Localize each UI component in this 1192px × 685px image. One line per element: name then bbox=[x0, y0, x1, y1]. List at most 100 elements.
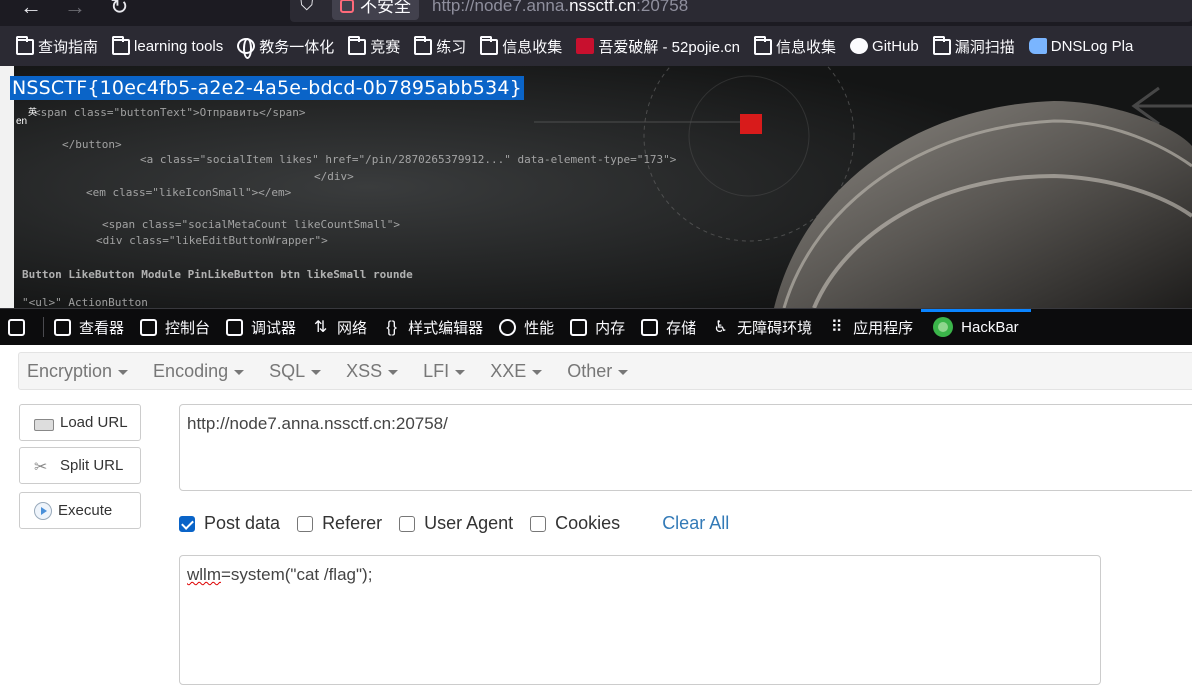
menu-label: LFI bbox=[423, 360, 450, 381]
translate-zh: 英 bbox=[28, 107, 38, 117]
devtools-toolbar: 查看器 控制台 调试器 ⇅ 网络 {} 样式编辑器 性能 内存 存储 ♿ 无障碍环境 … bbox=[0, 308, 1192, 345]
folder-icon bbox=[16, 36, 34, 55]
bookmark-contest[interactable]: 竞赛 bbox=[348, 36, 400, 57]
background-image: <span class="buttonText">Отправить</span… bbox=[14, 66, 1192, 308]
menu-sql[interactable]: SQL bbox=[269, 361, 322, 382]
post-data-checkbox[interactable]: Post data bbox=[179, 513, 280, 534]
hackbar-menubar: Encryption Encoding SQL XSS LFI XXE Othe… bbox=[18, 352, 1192, 390]
menu-label: Encoding bbox=[153, 360, 229, 381]
scissors-icon: ✂ bbox=[34, 458, 48, 476]
bookmark-label: 漏洞扫描 bbox=[954, 38, 1015, 56]
bookmark-label: 查询指南 bbox=[38, 38, 99, 56]
user-agent-checkbox[interactable]: User Agent bbox=[399, 513, 513, 534]
bookmark-label: 信息收集 bbox=[502, 38, 563, 56]
address-bar[interactable] bbox=[290, 0, 1192, 22]
post-data-textarea[interactable]: wllm=system("cat /flag"); bbox=[179, 555, 1101, 685]
svg-text:<em class="likeIconSmall"></em: <em class="likeIconSmall"></em> bbox=[86, 186, 292, 199]
svg-text:<span class="buttonText">Отпра: <span class="buttonText">Отправить</span… bbox=[34, 106, 306, 119]
menu-label: XXE bbox=[490, 360, 527, 381]
bookmark-label: 信息收集 bbox=[776, 38, 837, 56]
bookmark-label: 教务一体化 bbox=[259, 38, 335, 56]
flag-text[interactable]: NSSCTF{10ec4fb5-a2e2-4a5e-bdcd-0b7895abb… bbox=[10, 76, 524, 100]
bookmark-learning-tools[interactable]: learning tools bbox=[112, 36, 224, 55]
folder-icon bbox=[480, 36, 499, 55]
menu-xss[interactable]: XSS bbox=[346, 361, 399, 382]
tab-accessibility[interactable]: ♿ 无障碍环境 bbox=[704, 309, 820, 345]
url-textarea[interactable]: http://node7.anna.nssctf.cn:20758/ bbox=[179, 404, 1192, 491]
shield-icon[interactable]: ⛉ bbox=[300, 0, 314, 15]
tab-performance[interactable]: 性能 bbox=[491, 309, 562, 345]
bookmark-dnslog[interactable]: DNSLog Pla bbox=[1028, 38, 1133, 55]
tab-storage[interactable]: 存储 bbox=[633, 309, 704, 345]
folder-icon bbox=[348, 36, 367, 55]
checkbox-label: Referer bbox=[322, 513, 383, 533]
bookmark-github[interactable]: GitHub bbox=[850, 38, 919, 55]
tab-application[interactable]: ⠿ 应用程序 bbox=[820, 309, 921, 345]
translate-icon[interactable]: 英 en bbox=[14, 106, 40, 128]
split-url-button[interactable]: ✂ Split URL bbox=[19, 447, 141, 484]
memory-icon bbox=[570, 318, 588, 336]
cookies-checkbox[interactable]: Cookies bbox=[530, 513, 620, 534]
caret-down-icon bbox=[234, 369, 245, 375]
tab-label: 内存 bbox=[595, 319, 626, 337]
load-url-button[interactable]: Load URL bbox=[19, 404, 141, 441]
tab-style-editor[interactable]: {} 样式编辑器 bbox=[375, 309, 491, 345]
url-domain: nssctf.cn bbox=[569, 0, 637, 15]
tab-debugger[interactable]: 调试器 bbox=[218, 309, 304, 345]
clear-all-link[interactable]: Clear All bbox=[662, 513, 729, 534]
tab-label: 网络 bbox=[337, 319, 368, 337]
tab-inspector[interactable]: 查看器 bbox=[46, 309, 132, 345]
bookmark-practice[interactable]: 练习 bbox=[414, 36, 466, 57]
bookmark-query-guide[interactable]: 查询指南 bbox=[16, 36, 98, 57]
folder-icon bbox=[112, 36, 131, 55]
caret-down-icon bbox=[455, 369, 466, 375]
menu-encoding[interactable]: Encoding bbox=[153, 360, 245, 382]
pojie-icon bbox=[576, 38, 595, 54]
browser-toolbar: ← → ↻ ⛉ 不安全 http://node7.anna.nssctf.cn:… bbox=[0, 0, 1192, 26]
checkbox-label: Post data bbox=[204, 513, 281, 533]
bookmark-vuln-scan[interactable]: 漏洞扫描 bbox=[932, 36, 1015, 57]
menu-other[interactable]: Other bbox=[567, 361, 629, 382]
tab-label: 控制台 bbox=[165, 319, 211, 337]
arrow-left-icon[interactable]: ← bbox=[20, 0, 42, 20]
tab-memory[interactable]: 内存 bbox=[562, 309, 633, 345]
security-badge[interactable]: 不安全 bbox=[332, 0, 419, 20]
bookmark-label: GitHub bbox=[872, 37, 919, 55]
folder-icon bbox=[932, 36, 951, 55]
tab-hackbar[interactable]: HackBar bbox=[921, 309, 1031, 345]
globe-icon bbox=[237, 38, 256, 59]
menu-lfi[interactable]: LFI bbox=[423, 360, 466, 382]
caret-down-icon bbox=[311, 369, 322, 375]
checkbox-checked-icon bbox=[179, 515, 195, 532]
page-viewport: <span class="buttonText">Отправить</span… bbox=[0, 66, 1192, 308]
referer-checkbox[interactable]: Referer bbox=[297, 513, 382, 534]
url-text[interactable]: http://node7.anna.nssctf.cn:20758 bbox=[432, 0, 688, 18]
bookmarks-bar: 查询指南 learning tools 教务一体化 竞赛 练习 信息收集 吾爱破… bbox=[0, 26, 1192, 66]
bookmark-label: learning tools bbox=[134, 37, 224, 55]
play-icon bbox=[34, 501, 52, 520]
hackbar-panel: Encryption Encoding SQL XSS LFI XXE Othe… bbox=[0, 345, 1192, 685]
element-picker-button[interactable] bbox=[0, 309, 41, 345]
bookmark-info-gather-2[interactable]: 信息收集 bbox=[754, 36, 836, 57]
tab-network[interactable]: ⇅ 网络 bbox=[304, 309, 375, 345]
execute-button[interactable]: Execute bbox=[19, 492, 141, 529]
menu-encryption[interactable]: Encryption bbox=[27, 361, 129, 382]
url-prefix: http://node7.anna. bbox=[432, 0, 570, 15]
storage-icon bbox=[641, 318, 659, 336]
bookmark-academic[interactable]: 教务一体化 bbox=[237, 36, 335, 59]
bookmark-52pojie[interactable]: 吾爱破解 - 52pojie.cn bbox=[576, 36, 740, 57]
reload-icon[interactable]: ↻ bbox=[110, 0, 128, 20]
caret-down-icon bbox=[118, 369, 129, 375]
svg-text:<a class="socialItem likes" hr: <a class="socialItem likes" href="/pin/2… bbox=[140, 153, 677, 166]
arrow-right-icon[interactable]: → bbox=[64, 0, 86, 20]
tab-console[interactable]: 控制台 bbox=[132, 309, 218, 345]
load-url-icon bbox=[34, 418, 54, 431]
folder-icon bbox=[414, 36, 433, 55]
insecure-lock-icon bbox=[340, 0, 354, 13]
tab-label: 存储 bbox=[666, 319, 697, 337]
bookmark-info-gather[interactable]: 信息收集 bbox=[480, 36, 562, 57]
menu-xxe[interactable]: XXE bbox=[490, 360, 543, 382]
checkbox-icon bbox=[530, 515, 547, 532]
checkbox-icon bbox=[399, 515, 416, 532]
svg-text:</div>: </div> bbox=[314, 170, 354, 183]
